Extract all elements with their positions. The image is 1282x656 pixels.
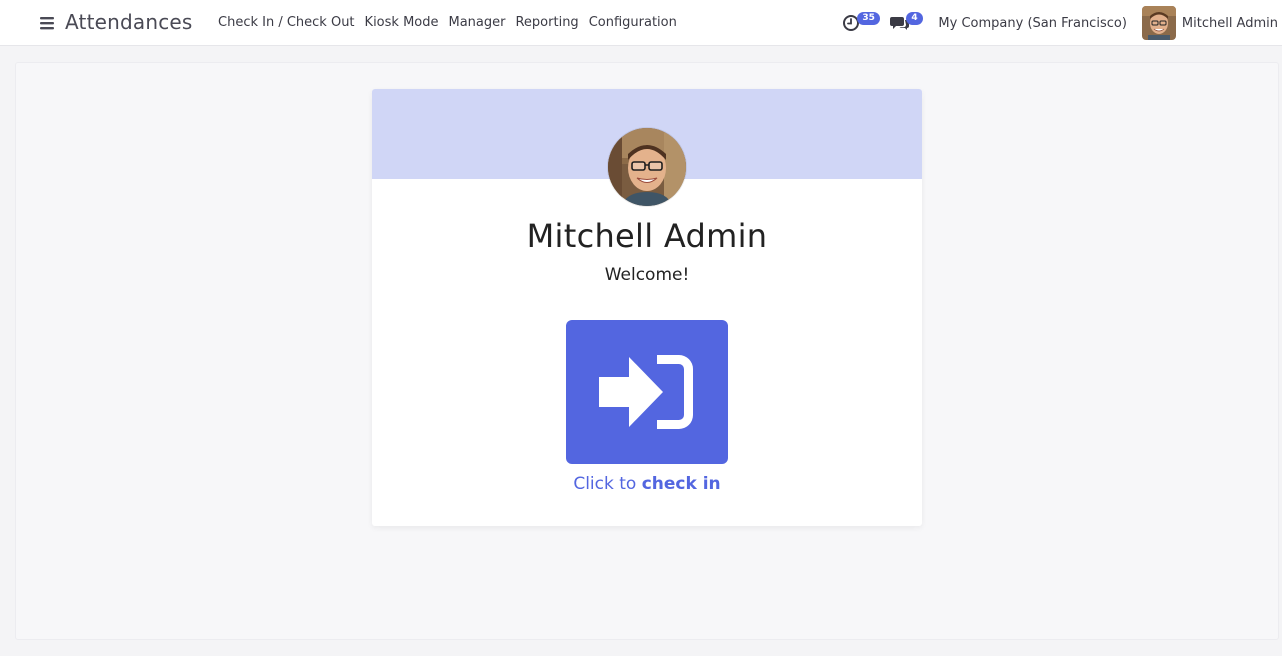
messages-count-badge: 4 xyxy=(906,12,923,25)
activity-count-badge: 35 xyxy=(857,12,880,25)
avatar xyxy=(1141,6,1176,40)
top-navbar: Attendances Check In / Check Out Kiosk M… xyxy=(0,0,1282,46)
check-in-button[interactable] xyxy=(566,320,728,464)
caption-prefix: Click to xyxy=(573,474,637,494)
menu-item-reporting[interactable]: Reporting xyxy=(515,15,578,30)
systray: 35 4 My Company (San Francisco) Mitchell… xyxy=(842,0,1282,46)
user-menu[interactable]: Mitchell Admin xyxy=(1141,6,1278,40)
menu-item-kiosk-mode[interactable]: Kiosk Mode xyxy=(365,15,439,30)
app-title[interactable]: Attendances xyxy=(65,10,193,34)
hamburger-icon[interactable] xyxy=(39,15,55,31)
activity-menu[interactable]: 35 xyxy=(842,0,882,46)
menu-item-manager[interactable]: Manager xyxy=(449,15,506,30)
employee-avatar xyxy=(608,128,686,206)
messages-menu[interactable]: 4 xyxy=(890,0,930,46)
sign-in-icon xyxy=(599,355,693,429)
main-menu: Check In / Check Out Kiosk Mode Manager … xyxy=(218,15,677,30)
company-switcher[interactable]: My Company (San Francisco) xyxy=(938,16,1126,31)
caption-action: check in xyxy=(641,474,721,494)
check-in-caption[interactable]: Click to check in xyxy=(372,474,922,494)
attendance-card: Mitchell Admin Welcome! Click to check i… xyxy=(372,89,922,526)
welcome-message: Welcome! xyxy=(604,265,690,285)
user-name: Mitchell Admin xyxy=(1181,15,1278,31)
menu-item-check-in-check-out[interactable]: Check In / Check Out xyxy=(218,15,355,30)
employee-name: Mitchell Admin xyxy=(526,217,768,255)
menu-item-configuration[interactable]: Configuration xyxy=(589,15,677,30)
